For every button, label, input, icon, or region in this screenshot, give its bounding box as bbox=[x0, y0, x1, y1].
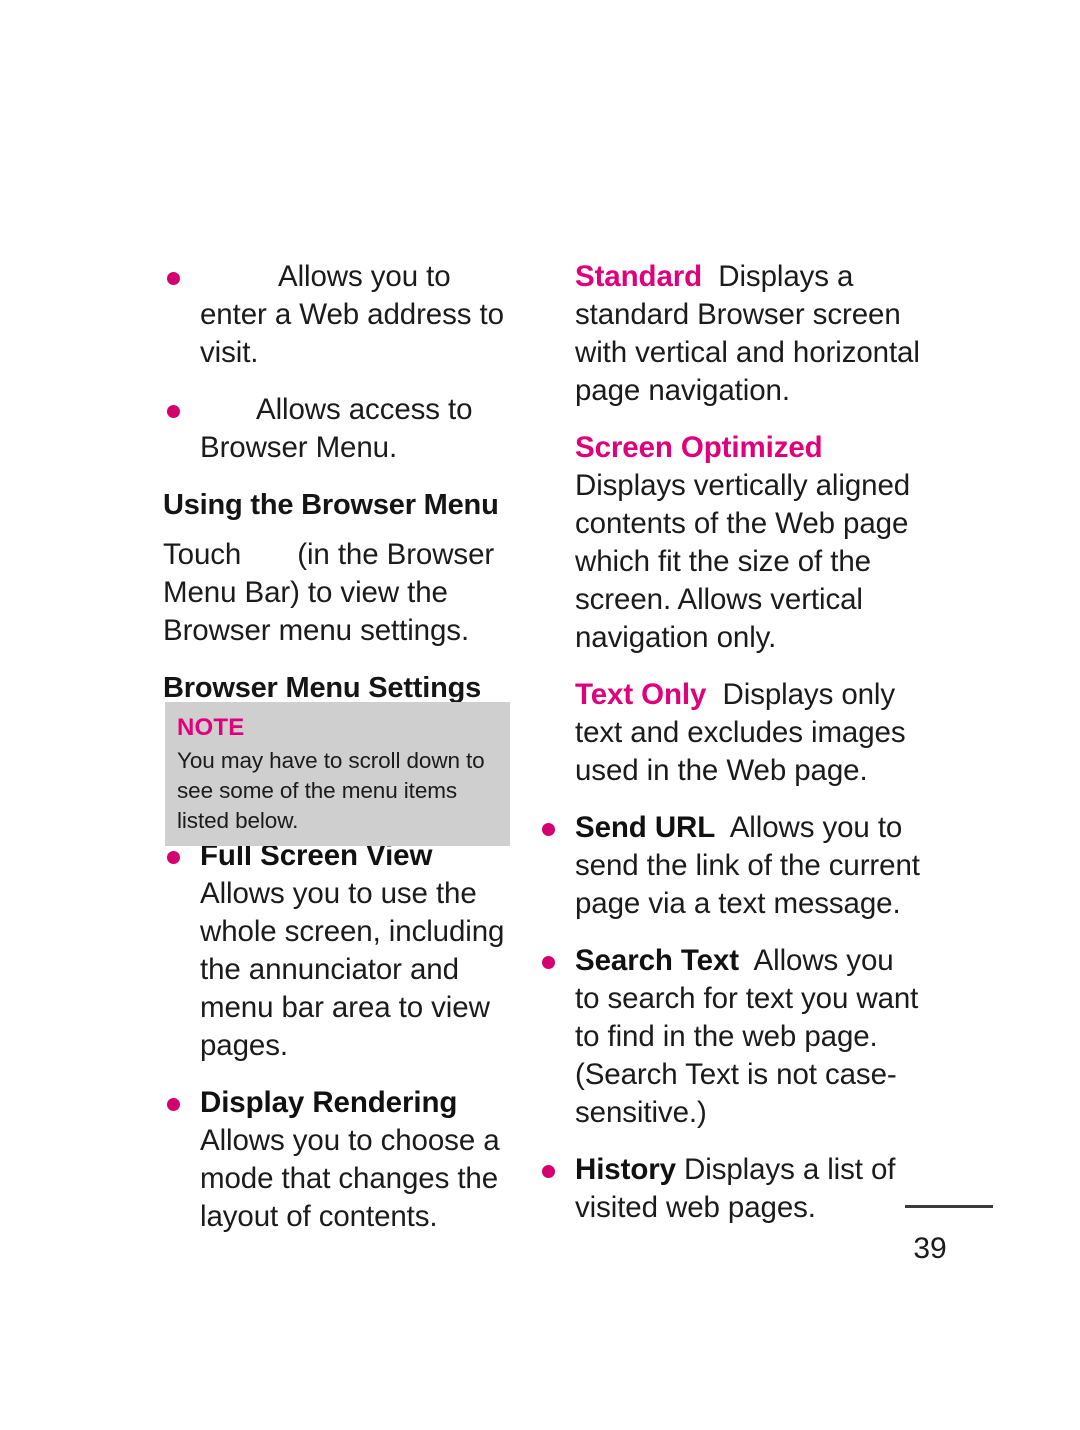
sub-list-item-lead: Screen Optimized bbox=[575, 431, 823, 464]
bullet-dot-icon bbox=[542, 823, 555, 836]
bullet-dot-icon bbox=[167, 272, 180, 285]
list-item: Allows access to Browser Menu. bbox=[163, 391, 518, 467]
list-item: Send URL Allows you to send the link of … bbox=[538, 809, 923, 923]
list-item: Search Text Allows you to search for tex… bbox=[538, 942, 923, 1132]
bullet-dot-icon bbox=[542, 1165, 555, 1178]
sub-list-item: Standard Displays a standard Browser scr… bbox=[538, 258, 923, 410]
list-item-lead: Send URL bbox=[575, 811, 716, 844]
list-item-lead: Search Text bbox=[575, 944, 739, 977]
sub-list-item-text: Screen Optimized Displays vertically ali… bbox=[575, 429, 923, 657]
sub-list-item-lead: Text Only bbox=[575, 678, 707, 711]
note-body-text: You may have to scroll down to see some … bbox=[177, 748, 485, 833]
sub-list-item: Screen Optimized Displays vertically ali… bbox=[538, 429, 923, 657]
list-item-text: Display Rendering Allows you to choose a… bbox=[200, 1084, 518, 1236]
section-heading-using-browser-menu: Using the Browser Menu bbox=[163, 489, 499, 521]
list-item-label: Allows you to choose a mode that changes… bbox=[200, 1124, 500, 1233]
bullet-dot-icon bbox=[167, 405, 180, 418]
note-label: NOTE bbox=[177, 714, 245, 741]
manual-page: Allows you to enter a Web address to vis… bbox=[0, 0, 1080, 1430]
touch-paragraph: Touch (in the Browser Menu Bar) to view t… bbox=[163, 536, 518, 650]
note-box: NOTE You may have to scroll down to see … bbox=[165, 702, 510, 846]
right-column: Standard Displays a standard Browser scr… bbox=[538, 258, 923, 1246]
list-item-lead: History bbox=[575, 1153, 676, 1186]
page-number: 39 bbox=[913, 1232, 947, 1265]
list-item-label: Allows you to enter a Web address to vis… bbox=[200, 260, 504, 369]
list-item-lead: Display Rendering bbox=[200, 1086, 458, 1119]
list-item-label: Allows you to use the whole screen, incl… bbox=[200, 877, 505, 1062]
list-item: History Displays a list of visited web p… bbox=[538, 1151, 923, 1227]
list-item: Allows you to enter a Web address to vis… bbox=[163, 258, 518, 372]
sub-list-item-label: Displays vertically aligned contents of … bbox=[575, 469, 911, 654]
list-item-text: Allows you to enter a Web address to vis… bbox=[200, 258, 518, 372]
bullet-dot-icon bbox=[167, 1098, 180, 1111]
bullet-dot-icon bbox=[542, 956, 555, 969]
sub-list-item-text: Text Only Displays only text and exclude… bbox=[575, 676, 923, 790]
list-item: Display Rendering Allows you to choose a… bbox=[163, 1084, 518, 1236]
list-item-text: Allows access to Browser Menu. bbox=[200, 391, 518, 467]
list-item-text: History Displays a list of visited web p… bbox=[575, 1151, 923, 1227]
footer-divider bbox=[905, 1205, 993, 1208]
touch-prefix: Touch bbox=[163, 538, 242, 571]
list-item-label: Allows access to Browser Menu. bbox=[200, 393, 473, 464]
list-item-text: Full Screen View Allows you to use the w… bbox=[200, 837, 518, 1065]
section-heading-browser-menu-settings: Browser Menu Settings bbox=[163, 672, 482, 704]
sub-list-item-lead: Standard bbox=[575, 260, 703, 293]
list-item-text: Send URL Allows you to send the link of … bbox=[575, 809, 923, 923]
sub-list-item-text: Standard Displays a standard Browser scr… bbox=[575, 258, 923, 410]
bullet-dot-icon bbox=[167, 851, 180, 864]
sub-list-item: Text Only Displays only text and exclude… bbox=[538, 676, 923, 790]
list-item: Full Screen View Allows you to use the w… bbox=[163, 837, 518, 1065]
list-item-text: Search Text Allows you to search for tex… bbox=[575, 942, 923, 1132]
